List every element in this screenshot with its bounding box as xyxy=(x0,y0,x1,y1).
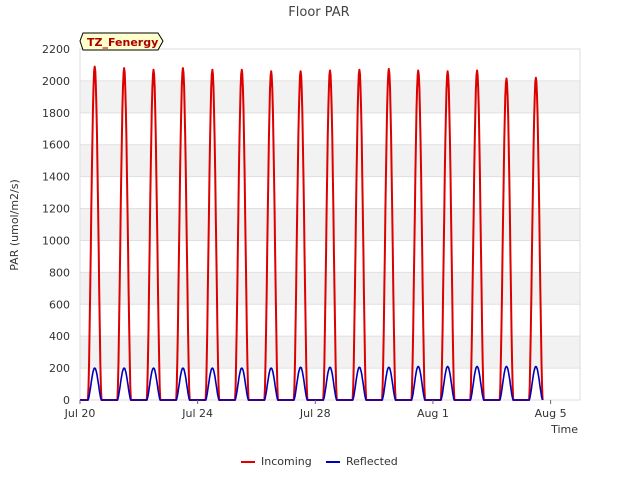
badge-label: TZ_Fenergy xyxy=(87,36,158,49)
x-axis-ticks: Jul 20 Jul 24 Jul 28 Aug 1 Aug 5 xyxy=(64,400,567,420)
x-tick-label: Jul 24 xyxy=(181,407,213,420)
source-badge: TZ_Fenergy xyxy=(79,32,164,51)
y-tick-label: 600 xyxy=(49,298,70,311)
y-axis-ticks: 0 200 400 600 800 1000 1200 1400 1600 1800 2000 220… xyxy=(42,43,70,407)
series-line-reflected xyxy=(80,365,544,401)
y-tick-label: 1600 xyxy=(42,139,70,152)
y-tick-label: 1000 xyxy=(42,234,70,247)
x-tick-label: Jul 28 xyxy=(299,407,331,420)
legend-label-reflected: Reflected xyxy=(346,455,398,468)
grid-band xyxy=(80,272,580,305)
x-tick-label: Aug 5 xyxy=(535,407,567,420)
grid-band xyxy=(80,336,580,369)
y-tick-label: 1200 xyxy=(42,203,70,216)
y-tick-label: 1400 xyxy=(42,171,70,184)
y-tick-label: 2000 xyxy=(42,75,70,88)
floor-par-chart: 0 200 400 600 800 1000 1200 1400 1600 1800 2000 220… xyxy=(8,5,581,468)
x-tick-label: Aug 1 xyxy=(417,407,449,420)
y-tick-label: 2200 xyxy=(42,43,70,56)
legend: Incoming Reflected xyxy=(241,455,398,468)
y-tick-label: 200 xyxy=(49,362,70,375)
grid-band xyxy=(80,208,580,241)
y-tick-label: 1800 xyxy=(42,107,70,120)
y-tick-label: 400 xyxy=(49,330,70,343)
y-axis-label: PAR (umol/m2/s) xyxy=(8,179,21,271)
x-axis-label: Time xyxy=(550,423,578,436)
y-tick-label: 800 xyxy=(49,266,70,279)
chart-title: Floor PAR xyxy=(288,5,349,20)
x-tick-label: Jul 20 xyxy=(64,407,96,420)
legend-label-incoming: Incoming xyxy=(261,455,312,468)
y-tick-label: 0 xyxy=(63,394,70,407)
